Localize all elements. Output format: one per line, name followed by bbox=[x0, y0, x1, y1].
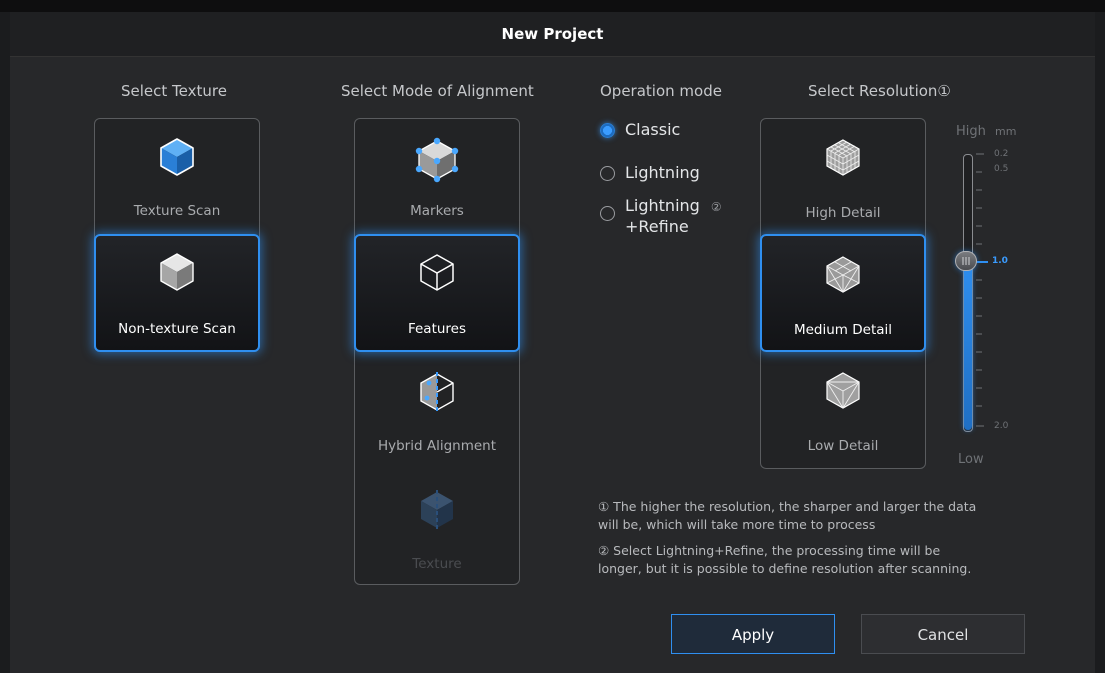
tick-label-2-0: 2.0 bbox=[994, 421, 1009, 431]
slider-unit-label: mm bbox=[995, 125, 1017, 138]
resolution-panel: High Detail Medium Detail Low Detail bbox=[760, 118, 926, 469]
dialog-title: New Project bbox=[501, 25, 604, 43]
medium-detail-label: Medium Detail bbox=[793, 322, 893, 338]
info-marker-2: ② bbox=[710, 200, 722, 214]
alignment-panel: Markers Features Hybrid Alignment Textur… bbox=[354, 118, 520, 585]
radio-lightning-refine[interactable]: Lightning ② +Refine bbox=[600, 196, 722, 237]
slider-low-label: Low bbox=[958, 452, 984, 467]
low-detail-label: Low Detail bbox=[807, 438, 879, 454]
cube-markers-icon bbox=[415, 137, 459, 183]
low-detail-option[interactable]: Low Detail bbox=[761, 352, 925, 468]
radio-lightning[interactable]: Lightning bbox=[600, 163, 700, 182]
title-bar: New Project bbox=[10, 12, 1095, 57]
texture-scan-label: Texture Scan bbox=[133, 203, 221, 219]
cancel-button[interactable]: Cancel bbox=[861, 614, 1025, 654]
features-option[interactable]: Features bbox=[354, 234, 520, 352]
texture-heading: Select Texture bbox=[121, 82, 227, 100]
tick-label-1-0: 1.0 bbox=[992, 256, 1008, 266]
hybrid-alignment-label: Hybrid Alignment bbox=[377, 438, 497, 454]
medium-detail-option[interactable]: Medium Detail bbox=[760, 234, 926, 352]
features-label: Features bbox=[407, 321, 467, 337]
grip-icon bbox=[962, 257, 970, 265]
note1-line1: ① The higher the resolution, the sharper… bbox=[598, 499, 977, 514]
mesh-cube-sparse-icon bbox=[826, 372, 860, 409]
mesh-cube-dense-icon bbox=[826, 139, 860, 176]
note2-line1: ② Select Lightning+Refine, the processin… bbox=[598, 543, 941, 558]
slider-fill bbox=[964, 258, 972, 430]
texture-scan-option[interactable]: Texture Scan bbox=[95, 119, 259, 233]
alignment-heading: Select Mode of Alignment bbox=[341, 82, 534, 100]
blue-cube-icon bbox=[160, 138, 194, 176]
lightning-refine-text: Lightning ② +Refine bbox=[625, 196, 722, 237]
resolution-heading: Select Resolution① bbox=[808, 82, 951, 100]
top-strip bbox=[0, 0, 1105, 12]
gray-cube-icon bbox=[160, 253, 194, 291]
slider-high-label: High bbox=[956, 124, 986, 139]
resolution-note: ① The higher the resolution, the sharper… bbox=[598, 498, 976, 534]
radio-classic[interactable]: Classic bbox=[600, 120, 680, 139]
non-texture-scan-label: Non-texture Scan bbox=[118, 321, 236, 337]
apply-button[interactable]: Apply bbox=[671, 614, 835, 654]
non-texture-scan-option[interactable]: Non-texture Scan bbox=[94, 234, 260, 352]
texture-alignment-label: Texture bbox=[412, 556, 462, 572]
new-project-dialog: New Project Select Texture Texture Scan … bbox=[10, 12, 1095, 673]
lightning-refine-line1: Lightning bbox=[625, 196, 700, 215]
radio-unselected-icon bbox=[600, 206, 615, 221]
hybrid-alignment-option[interactable]: Hybrid Alignment bbox=[355, 352, 519, 468]
note2-line2: longer, but it is possible to define res… bbox=[598, 561, 972, 576]
high-detail-option[interactable]: High Detail bbox=[761, 119, 925, 233]
radio-selected-icon bbox=[600, 123, 615, 138]
resolution-slider[interactable]: 0.2 0.5 1.0 2.0 bbox=[954, 149, 1034, 442]
tick-label-0-5: 0.5 bbox=[994, 164, 1009, 174]
cube-hybrid-icon bbox=[420, 372, 454, 412]
tick-label-0-2: 0.2 bbox=[994, 149, 1009, 159]
cube-outline-icon bbox=[420, 254, 454, 291]
high-detail-label: High Detail bbox=[805, 205, 881, 221]
classic-label: Classic bbox=[625, 120, 681, 139]
markers-option[interactable]: Markers bbox=[355, 119, 519, 233]
cube-texture-icon bbox=[421, 490, 453, 530]
slider-ticks bbox=[976, 153, 988, 427]
radio-unselected-icon bbox=[600, 166, 615, 181]
operation-heading: Operation mode bbox=[600, 82, 722, 100]
refine-note: ② Select Lightning+Refine, the processin… bbox=[598, 542, 971, 578]
note1-line2: will be, which will take more time to pr… bbox=[598, 517, 876, 532]
texture-panel: Texture Scan Non-texture Scan bbox=[94, 118, 260, 352]
slider-handle[interactable] bbox=[955, 251, 977, 271]
lightning-refine-line2: +Refine bbox=[625, 217, 689, 236]
mesh-cube-medium-icon bbox=[826, 256, 860, 293]
lightning-label: Lightning bbox=[625, 163, 700, 182]
texture-alignment-option: Texture bbox=[355, 468, 519, 584]
markers-label: Markers bbox=[410, 203, 464, 219]
